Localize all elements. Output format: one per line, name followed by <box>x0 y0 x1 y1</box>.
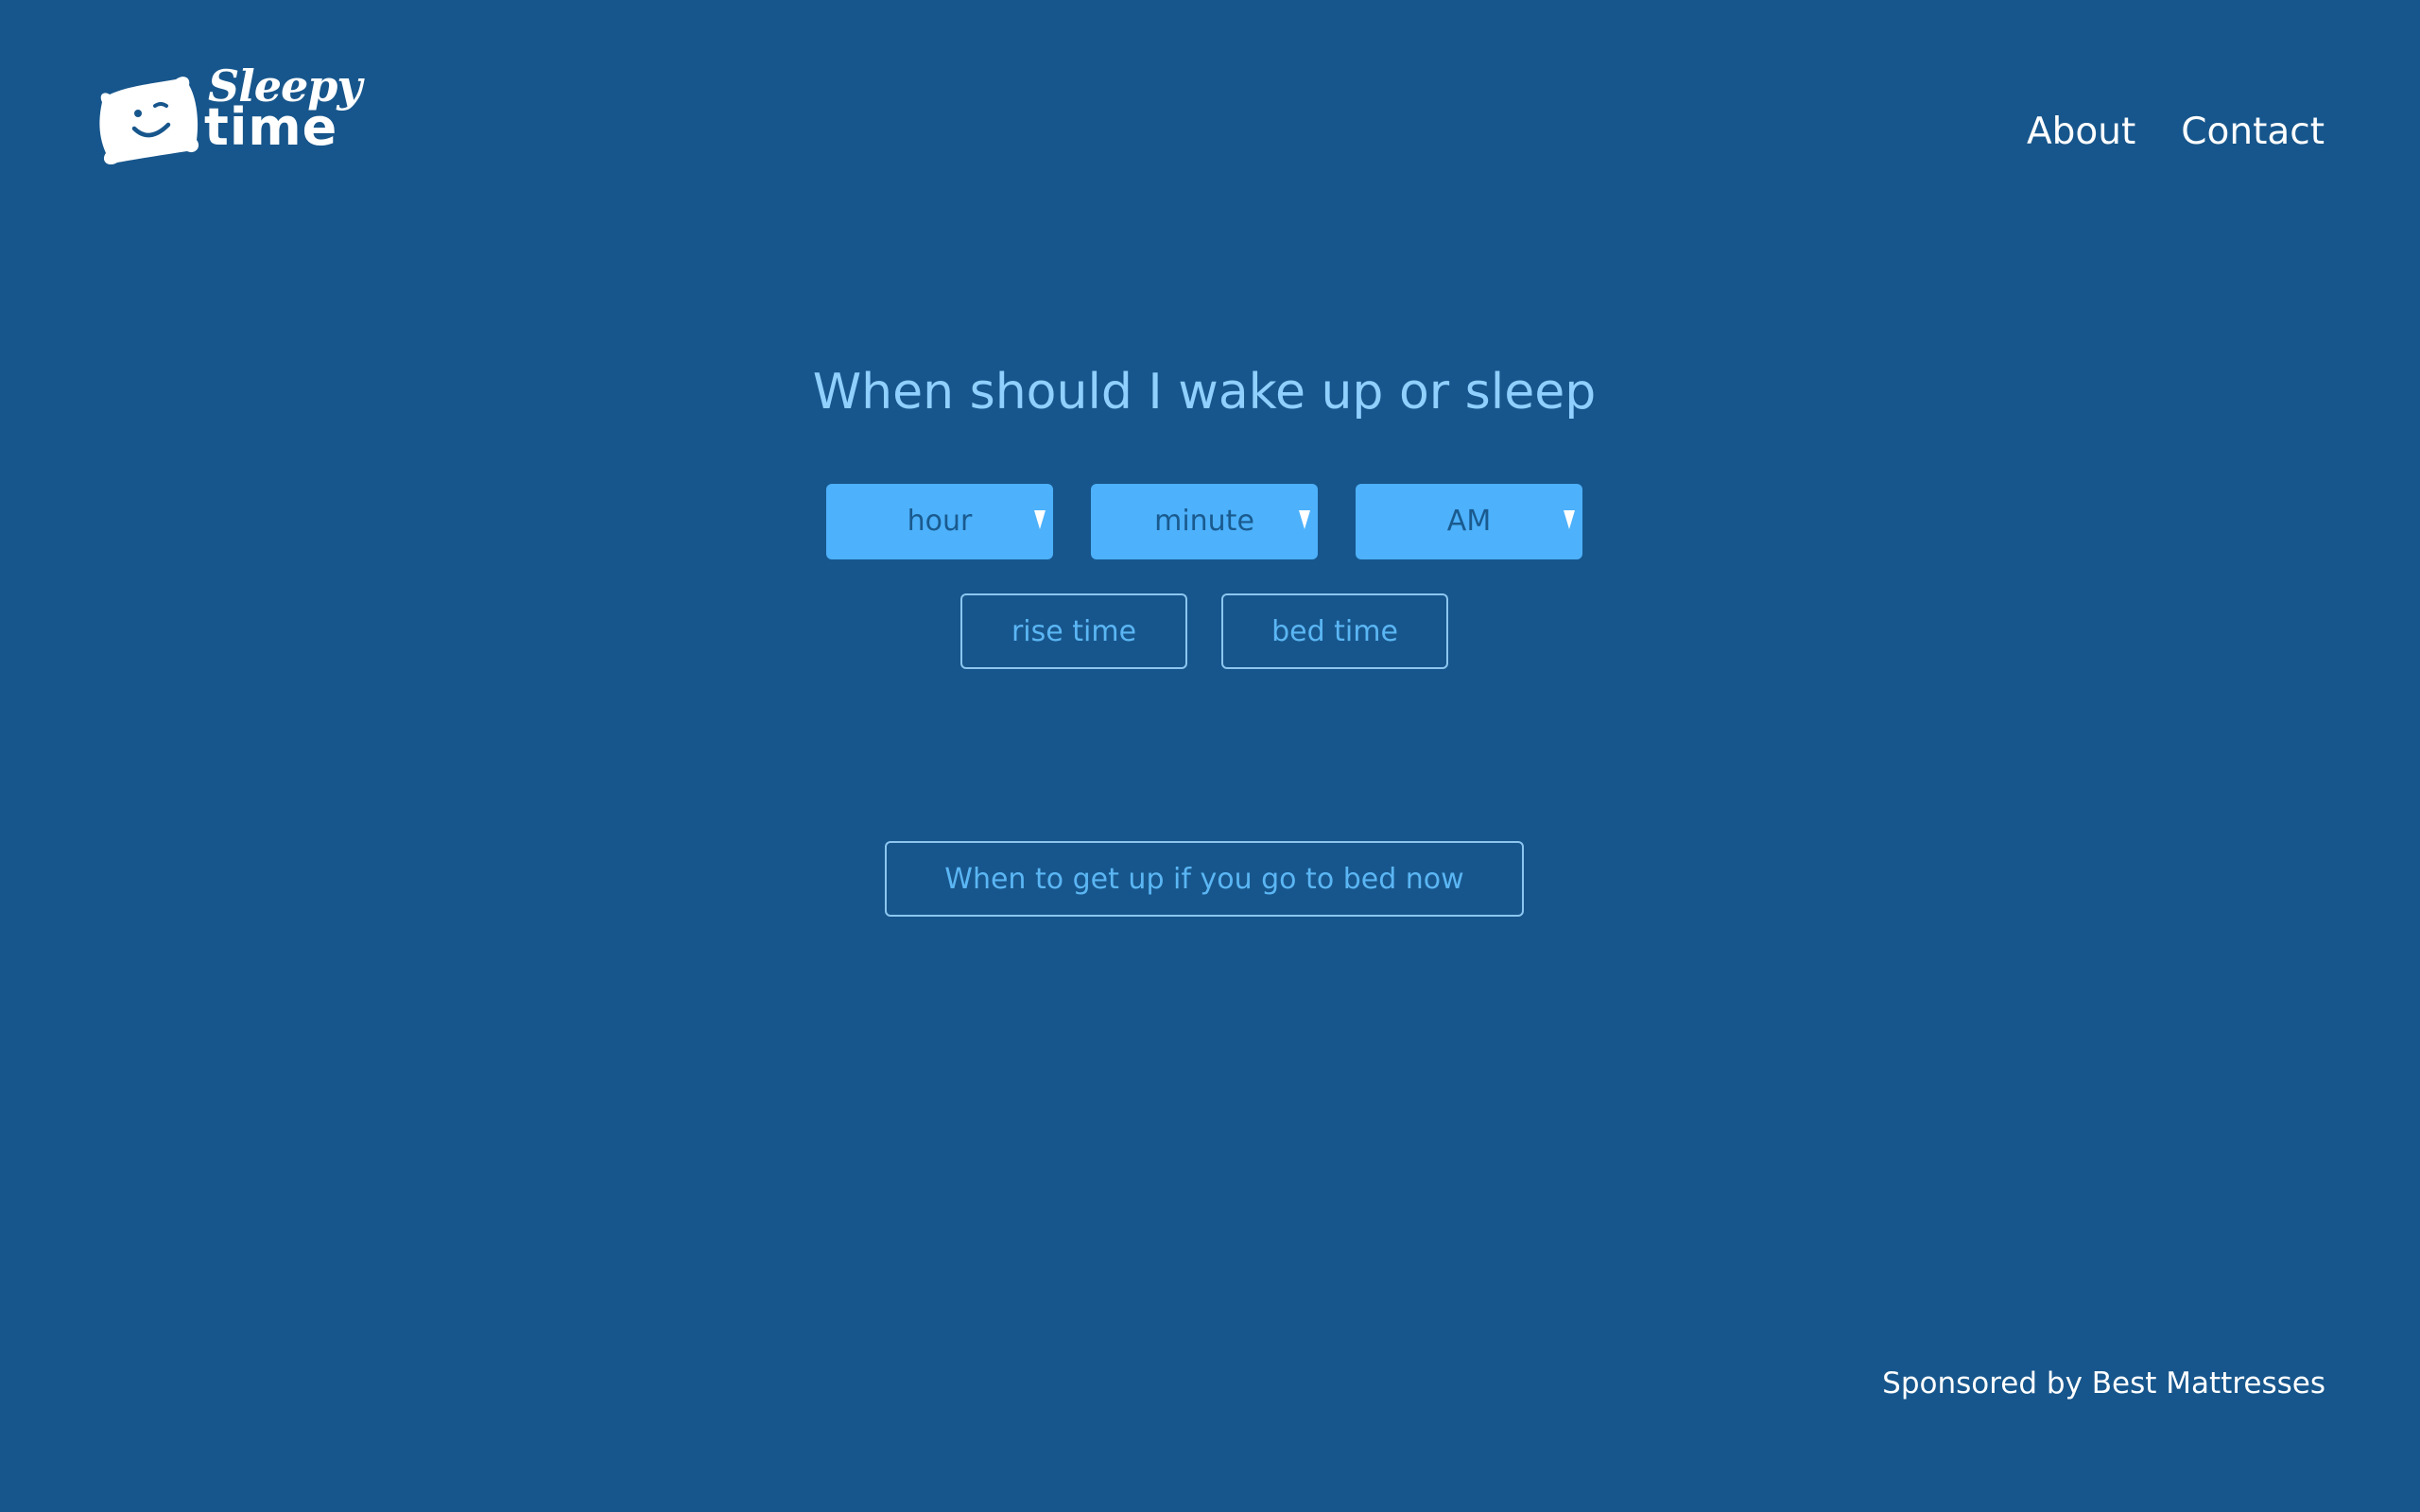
logo[interactable]: Sleepy time <box>96 64 362 164</box>
am-pm-select[interactable]: AM <box>1356 484 1582 559</box>
am-pm-select-value: AM <box>1446 505 1492 538</box>
page: Sleepy time About Contact When should I … <box>0 0 2420 1512</box>
caret-down-icon <box>1299 510 1310 529</box>
rise-time-button[interactable]: rise time <box>960 593 1187 669</box>
main-nav: About Contact <box>2027 108 2325 157</box>
nav-link-contact[interactable]: Contact <box>2181 108 2325 157</box>
bed-now-button[interactable]: When to get up if you go to bed now <box>885 841 1524 917</box>
time-select-row: hour minute AM <box>826 484 1582 559</box>
minute-select-value: minute <box>1154 505 1254 538</box>
hour-select[interactable]: hour <box>826 484 1053 559</box>
bed-time-button[interactable]: bed time <box>1221 593 1448 669</box>
minute-select[interactable]: minute <box>1091 484 1318 559</box>
hour-select-value: hour <box>907 505 973 538</box>
caret-down-icon <box>1564 510 1575 529</box>
nav-link-about[interactable]: About <box>2027 108 2135 157</box>
page-title: When should I wake up or sleep <box>812 364 1597 421</box>
caret-down-icon <box>1034 510 1046 529</box>
mode-button-row: rise time bed time <box>960 593 1448 669</box>
smiling-pillow-icon <box>99 77 199 164</box>
sponsor-text[interactable]: Sponsored by Best Mattresses <box>1882 1365 2325 1402</box>
logo-text-time: time <box>204 97 338 157</box>
